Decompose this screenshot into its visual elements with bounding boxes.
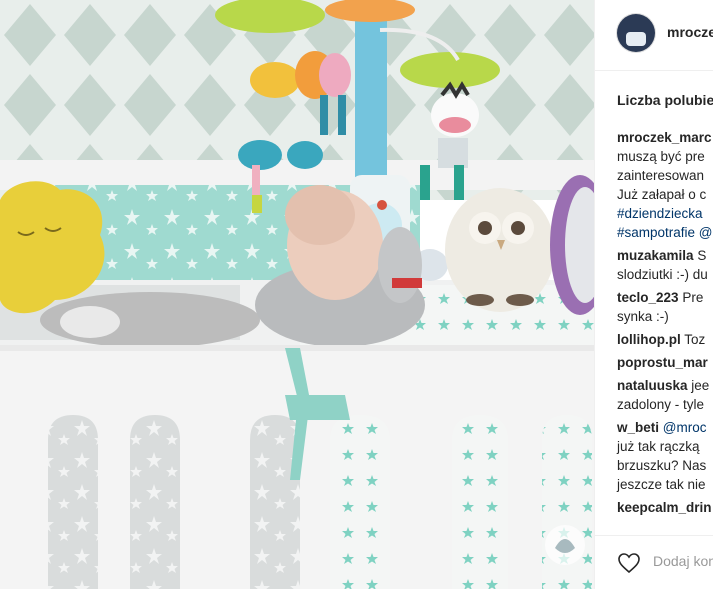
comment-text: zadolony - tyle (617, 397, 705, 412)
mention-link[interactable]: @mroc (663, 420, 707, 435)
comment-item: poprostu_mar (617, 353, 713, 372)
hashtag-link[interactable]: #sampotrafie @ (617, 223, 713, 242)
post-footer: Dodaj kon (595, 535, 713, 589)
comment-text: Toz (684, 332, 706, 347)
avatar[interactable] (617, 14, 655, 52)
comment-author[interactable]: mroczek_marc (617, 130, 712, 145)
comment-text: jeszcze tak nie (617, 477, 706, 492)
comment-author[interactable]: lollihop.pl (617, 332, 681, 347)
comment-item: mroczek_marc muszą być pre zainteresowan… (617, 128, 713, 242)
comment-text: Pre (682, 290, 704, 305)
comment-text: S (697, 248, 707, 263)
comment-text: już tak rączką (617, 439, 700, 454)
comment-item: w_beti @mroc już tak rączką brzuszku? Na… (617, 418, 713, 494)
comment-text: synka :-) (617, 309, 669, 324)
likes-count[interactable]: Liczba polubie (617, 92, 713, 108)
comment-text: jee (691, 378, 710, 393)
comment-text: Już załapał o c (617, 187, 707, 202)
comment-item: nataluuska jee zadolony - tyle (617, 376, 713, 414)
comment-item: keepcalm_drin (617, 498, 713, 517)
add-comment-input[interactable]: Dodaj kon (653, 553, 713, 569)
username-link[interactable]: mroczek_marc (667, 24, 713, 40)
comment-author[interactable]: keepcalm_drin (617, 500, 712, 515)
comment-author[interactable]: teclo_223 (617, 290, 679, 305)
comment-text: muszą być pre (617, 149, 705, 164)
post-photo (0, 0, 594, 589)
comment-text: brzuszku? Nas (617, 458, 707, 473)
post-header: mroczek_marc (595, 0, 713, 71)
comment-author[interactable]: w_beti (617, 420, 659, 435)
heart-icon[interactable] (617, 551, 641, 575)
comment-author[interactable]: nataluuska (617, 378, 688, 393)
comment-item: teclo_223 Pre synka :-) (617, 288, 713, 326)
comment-item: muzakamila S slodziutki :-) du (617, 246, 713, 284)
post-sidebar: mroczek_marc Liczba polubie mroczek_marc… (594, 0, 713, 589)
comment-item: lollihop.pl Toz (617, 330, 713, 349)
comment-author[interactable]: muzakamila (617, 248, 694, 263)
comment-text: zainteresowan (617, 168, 705, 183)
hashtag-link[interactable]: #dziendziecka (617, 204, 713, 223)
comments-list: mroczek_marc muszą być pre zainteresowan… (617, 128, 713, 521)
comment-author[interactable]: poprostu_mar (617, 355, 708, 370)
comment-text: slodziutki :-) du (617, 267, 708, 282)
